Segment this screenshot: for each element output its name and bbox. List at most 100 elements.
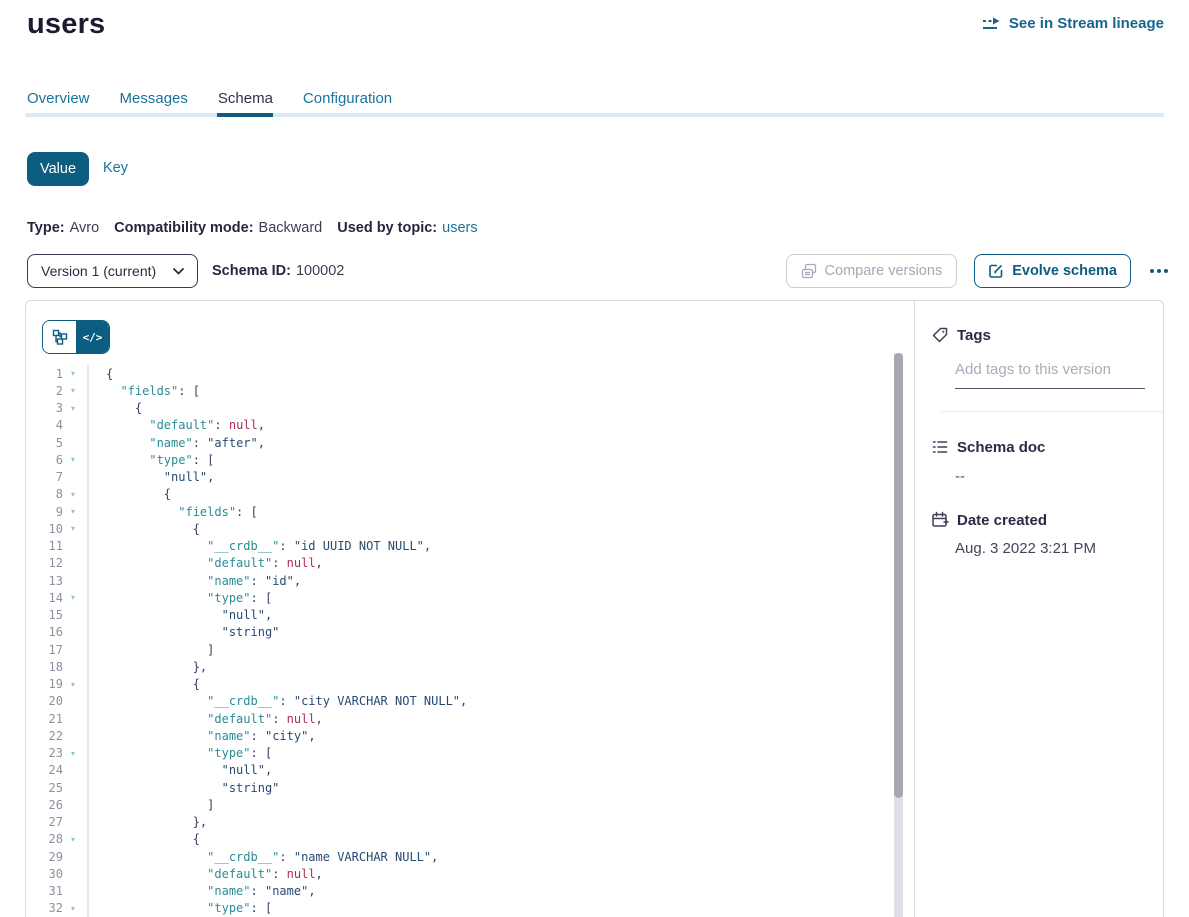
fold-icon[interactable]: ▾ (63, 749, 83, 758)
code-text: "default": null, (87, 710, 323, 727)
fold-icon[interactable]: ▾ (63, 386, 83, 395)
code-text: "default": null, (87, 555, 323, 572)
tab-bar: Overview Messages Schema Configuration (27, 90, 392, 107)
line-number: 3 (26, 401, 63, 415)
fold-icon[interactable]: ▾ (63, 904, 83, 913)
schema-id-label: Schema ID: (212, 263, 291, 279)
line-number: 7 (26, 470, 63, 484)
code-line: 11 "__crdb__": "id UUID NOT NULL", (26, 538, 884, 555)
key-toggle-button[interactable]: Key (103, 160, 128, 176)
code-view-button[interactable]: </> (76, 321, 109, 353)
line-number: 29 (26, 850, 63, 864)
schema-sidebar: Tags Schema doc -- (915, 301, 1163, 917)
schema-doc-section-header: Schema doc (931, 438, 1163, 456)
tags-input[interactable] (955, 361, 1145, 389)
code-text: "default": null, (87, 865, 323, 882)
scrollbar-thumb[interactable] (894, 353, 903, 798)
tab-messages[interactable]: Messages (120, 90, 188, 107)
line-number: 27 (26, 815, 63, 829)
type-value: Avro (70, 220, 100, 236)
code-text: "fields": [ (87, 503, 258, 520)
code-line: 7 "null", (26, 469, 884, 486)
code-text: { (87, 831, 200, 848)
code-text: "null", (87, 762, 272, 779)
evolve-schema-button[interactable]: Evolve schema (974, 254, 1131, 288)
code-line: 27 }, (26, 814, 884, 831)
edit-icon (988, 263, 1004, 279)
tab-overview[interactable]: Overview (27, 90, 90, 107)
value-toggle-button[interactable]: Value (27, 152, 89, 186)
calendar-plus-icon (931, 511, 949, 529)
stream-lineage-link[interactable]: See in Stream lineage (982, 15, 1164, 32)
code-line: 6▾ "type": [ (26, 451, 884, 468)
more-actions-button[interactable] (1148, 265, 1170, 277)
fold-icon[interactable]: ▾ (63, 369, 83, 378)
code-pane: </> 1▾{2▾ "fields": [3▾ {4 "default": nu… (26, 301, 915, 917)
line-number: 4 (26, 418, 63, 432)
date-created-section-header: Date created (931, 511, 1163, 529)
line-number: 6 (26, 453, 63, 467)
code-line: 8▾ { (26, 486, 884, 503)
chevron-down-icon (173, 268, 184, 275)
code-line: 17 ] (26, 641, 884, 658)
fold-icon[interactable]: ▾ (63, 680, 83, 689)
version-select[interactable]: Version 1 (current) (27, 254, 198, 288)
fold-icon[interactable]: ▾ (63, 835, 83, 844)
code-text: { (87, 486, 171, 503)
code-line: 9▾ "fields": [ (26, 503, 884, 520)
tab-configuration[interactable]: Configuration (303, 90, 392, 107)
version-select-value: Version 1 (current) (41, 263, 156, 279)
line-number: 5 (26, 436, 63, 450)
line-number: 17 (26, 643, 63, 657)
code-text: ] (87, 641, 214, 658)
line-number: 21 (26, 712, 63, 726)
stream-lineage-icon (982, 17, 1001, 31)
code-line: 30 "default": null, (26, 865, 884, 882)
code-text: { (87, 400, 142, 417)
code-line: 13 "name": "id", (26, 572, 884, 589)
fold-icon[interactable]: ▾ (63, 524, 83, 533)
tree-view-button[interactable] (43, 321, 76, 353)
line-number: 16 (26, 625, 63, 639)
code-text: "string" (87, 779, 279, 796)
line-number: 26 (26, 798, 63, 812)
line-number: 15 (26, 608, 63, 622)
code-line: 5 "name": "after", (26, 434, 884, 451)
schema-panel: </> 1▾{2▾ "fields": [3▾ {4 "default": nu… (25, 300, 1164, 917)
page-title: users (27, 8, 105, 41)
fold-icon[interactable]: ▾ (63, 507, 83, 516)
code-line: 16 "string" (26, 624, 884, 641)
date-created-value: Aug. 3 2022 3:21 PM (955, 540, 1163, 557)
schema-meta-row: Type: Avro Compatibility mode: Backward … (27, 220, 478, 236)
line-number: 12 (26, 556, 63, 570)
line-number: 24 (26, 763, 63, 777)
tab-schema[interactable]: Schema (218, 90, 273, 107)
line-number: 31 (26, 884, 63, 898)
view-toggle: </> (42, 320, 110, 354)
code-lines: 1▾{2▾ "fields": [3▾ {4 "default": null,5… (26, 365, 884, 917)
compatibility-label: Compatibility mode: (114, 220, 253, 236)
fold-icon[interactable]: ▾ (63, 404, 83, 413)
code-line: 15 "null", (26, 607, 884, 624)
fold-icon[interactable]: ▾ (63, 455, 83, 464)
code-text: { (87, 365, 113, 382)
type-label: Type: (27, 220, 65, 236)
compare-versions-button[interactable]: Compare versions (786, 254, 958, 288)
code-line: 22 "name": "city", (26, 727, 884, 744)
code-line: 24 "null", (26, 762, 884, 779)
fold-icon[interactable]: ▾ (63, 490, 83, 499)
code-text: }, (87, 658, 207, 675)
code-line: 4 "default": null, (26, 417, 884, 434)
tags-title: Tags (957, 327, 991, 344)
code-text: "name": "name", (87, 883, 316, 900)
code-text: "default": null, (87, 417, 265, 434)
code-line: 3▾ { (26, 400, 884, 417)
code-text: "null", (87, 607, 272, 624)
code-text: "name": "city", (87, 727, 316, 744)
code-text: "type": [ (87, 900, 272, 917)
topic-link[interactable]: users (442, 220, 477, 236)
line-number: 11 (26, 539, 63, 553)
fold-icon[interactable]: ▾ (63, 593, 83, 602)
line-number: 20 (26, 694, 63, 708)
line-number: 32 (26, 901, 63, 915)
